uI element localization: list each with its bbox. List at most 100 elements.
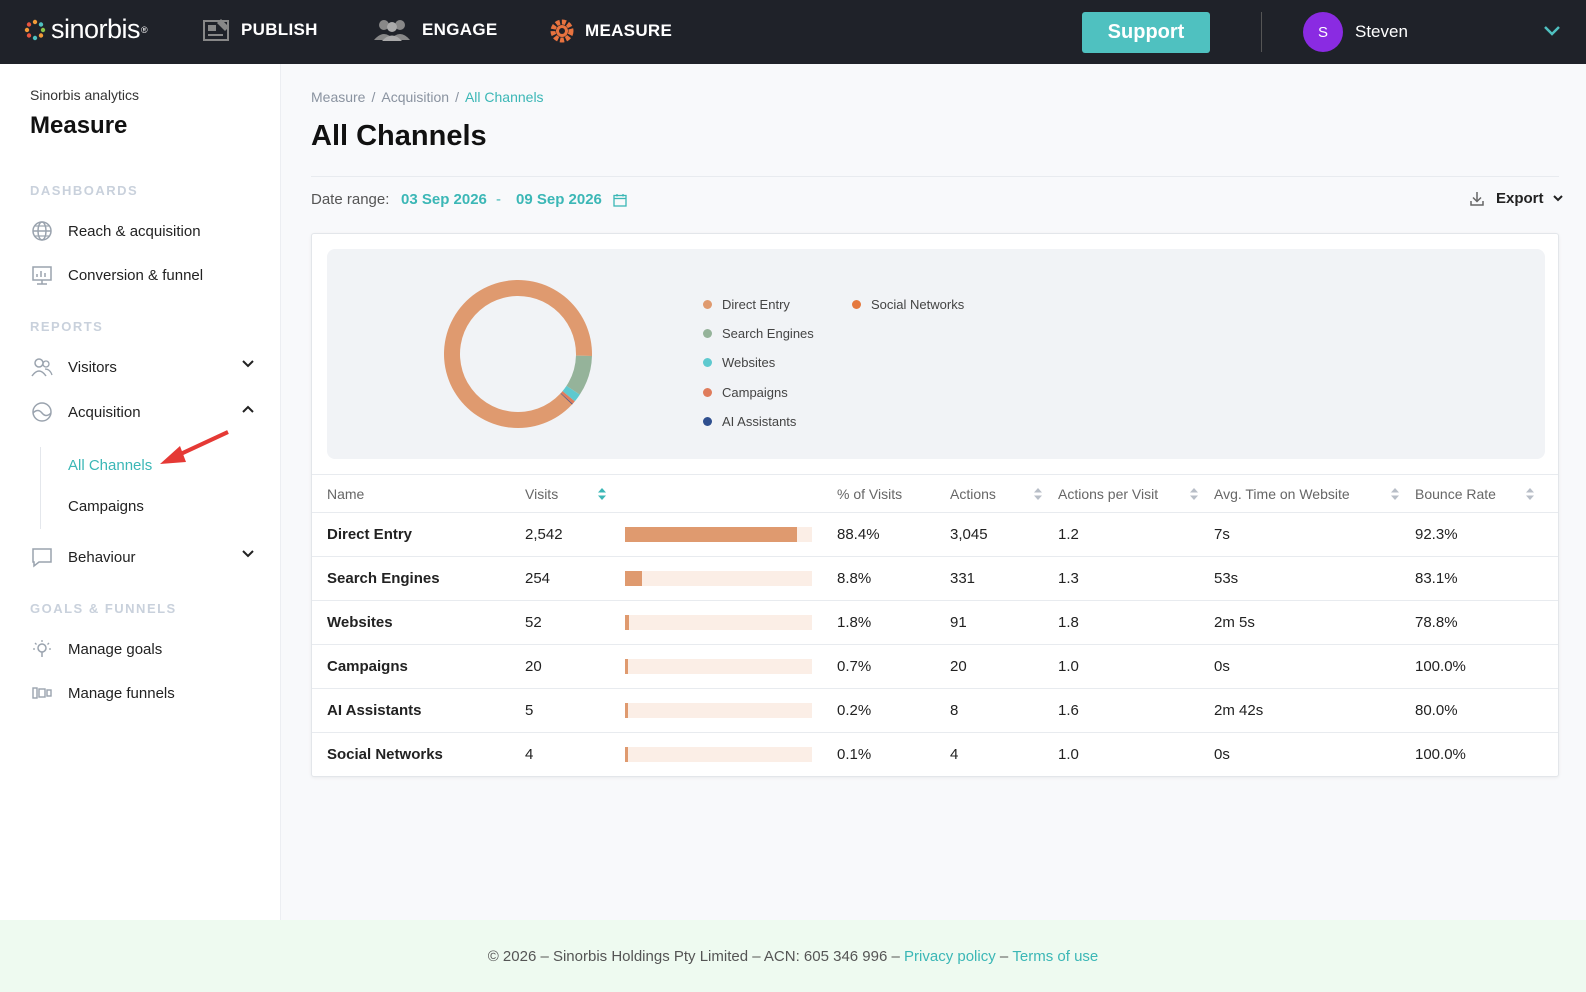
col-header-visits-label: Visits — [525, 485, 559, 502]
cell-apv: 1.8 — [1058, 600, 1214, 645]
download-icon — [1470, 192, 1484, 206]
visits-bar-fill — [625, 571, 642, 586]
cell-bounce: 83.1% — [1415, 556, 1558, 601]
sort-icon[interactable] — [1525, 487, 1535, 501]
table-row[interactable]: Search Engines 254 8.8% 331 1.3 53s 83.1% — [312, 556, 1558, 601]
breadcrumb-acquisition[interactable]: Acquisition — [381, 89, 449, 105]
sidebar-item-behaviour[interactable]: Behaviour — [30, 543, 255, 571]
acquisition-icon — [30, 400, 54, 424]
visits-bar — [625, 571, 812, 586]
col-header-apv[interactable]: Actions per Visit — [1058, 474, 1214, 513]
avatar[interactable]: S — [1303, 12, 1343, 52]
chevron-up-icon[interactable] — [241, 404, 255, 414]
cell-name: Search Engines — [312, 556, 525, 601]
legend-item[interactable]: Search Engines — [703, 326, 814, 341]
table-row[interactable]: Direct Entry 2,542 88.4% 3,045 1.2 7s 92.3% — [312, 512, 1558, 557]
cell-bounce: 92.3% — [1415, 512, 1558, 557]
date-separator: - — [496, 191, 501, 208]
cell-apv: 1.6 — [1058, 688, 1214, 733]
export-button[interactable]: Export — [1470, 190, 1564, 207]
cell-visits: 254 — [525, 556, 837, 601]
col-header-bounce[interactable]: Bounce Rate — [1415, 474, 1558, 513]
legend-swatch — [703, 417, 712, 426]
legend-item[interactable]: Social Networks — [852, 297, 964, 312]
sidebar-item-label: Visitors — [68, 358, 117, 376]
terms-of-use-link[interactable]: Terms of use — [1012, 948, 1098, 965]
breadcrumb-measure[interactable]: Measure — [311, 89, 365, 105]
nav-measure[interactable]: MEASURE — [549, 18, 672, 44]
sidebar-item-label: Acquisition — [68, 403, 141, 421]
cell-apv: 1.3 — [1058, 556, 1214, 601]
cell-visits: 52 — [525, 600, 837, 645]
table-row[interactable]: AI Assistants 5 0.2% 8 1.6 2m 42s 80.0% — [312, 688, 1558, 733]
sort-icon[interactable] — [1189, 487, 1199, 501]
cell-bounce: 100.0% — [1415, 746, 1466, 764]
footer: © 2026 – Sinorbis Holdings Pty Limited –… — [0, 920, 1586, 992]
sidebar-item-manage-goals[interactable]: Manage goals — [30, 635, 255, 663]
col-header-name[interactable]: Name — [312, 474, 525, 513]
visits-bar-fill — [625, 659, 628, 674]
sidebar-item-label: Behaviour — [68, 548, 136, 566]
cell-visits: 20 — [525, 644, 837, 689]
nav-publish[interactable]: PUBLISH — [203, 18, 318, 42]
cell-avg-time: 2m 5s — [1214, 600, 1415, 645]
date-start[interactable]: 03 Sep 2026 — [401, 191, 487, 208]
sidebar-item-reach[interactable]: Reach & acquisition — [30, 217, 255, 245]
donut-slice[interactable] — [444, 280, 592, 428]
chevron-down-icon[interactable] — [241, 359, 255, 369]
engage-icon — [374, 20, 410, 41]
sidebar-title: Measure — [30, 112, 128, 139]
calendar-icon[interactable] — [613, 193, 627, 207]
sidebar-item-visitors[interactable]: Visitors — [30, 353, 255, 381]
nav-engage-label: ENGAGE — [422, 20, 498, 39]
date-end[interactable]: 09 Sep 2026 — [516, 191, 602, 208]
sidebar-item-label: Reach & acquisition — [68, 222, 201, 240]
legend-item[interactable]: Websites — [703, 355, 775, 370]
table-row[interactable]: Campaigns 20 0.7% 20 1.0 0s 100.0% — [312, 644, 1558, 689]
cell-apv: 1.0 — [1058, 746, 1079, 764]
visits-bar — [625, 659, 812, 674]
sidebar-item-label: Conversion & funnel — [68, 266, 204, 284]
nav-engage[interactable]: ENGAGE — [372, 18, 497, 42]
table-row[interactable]: Social Networks 4 0.1% 4 1.0 0s 100.0% — [312, 733, 1558, 777]
legend-swatch — [852, 300, 861, 309]
cell-name: Social Networks — [327, 746, 443, 764]
legend-item[interactable]: Campaigns — [703, 385, 788, 400]
cell-avg-time: 53s — [1214, 556, 1415, 601]
footer-copyright: © 2026 – Sinorbis Holdings Pty Limited –… — [487, 947, 900, 965]
col-header-pct[interactable]: % of Visits — [837, 474, 950, 513]
sidebar-item-all-channels[interactable]: All Channels — [68, 457, 152, 474]
visits-bar-fill — [625, 747, 628, 763]
table-row[interactable]: Websites 52 1.8% 91 1.8 2m 5s 78.8% — [312, 600, 1558, 645]
user-menu-chevron-icon[interactable] — [1543, 24, 1561, 38]
sort-icon[interactable] — [1390, 487, 1400, 501]
visits-bar-fill — [625, 703, 628, 718]
cell-actions: 3,045 — [950, 512, 1058, 557]
cell-avg-time: 7s — [1214, 512, 1415, 557]
sort-active-icon[interactable] — [597, 487, 607, 501]
col-header-avg-time-label: Avg. Time on Website — [1214, 485, 1350, 502]
legend-item[interactable]: AI Assistants — [703, 414, 796, 429]
sidebar-item-conversion[interactable]: Conversion & funnel — [30, 261, 255, 289]
sort-icon[interactable] — [1033, 487, 1043, 501]
legend-swatch — [703, 388, 712, 397]
col-header-avg-time[interactable]: Avg. Time on Website — [1214, 474, 1415, 513]
sidebar-item-label: Manage funnels — [68, 684, 175, 702]
sinorbis-logo[interactable]: sinorbis ® — [24, 14, 148, 45]
cell-avg-time: 0s — [1214, 644, 1415, 689]
privacy-policy-link[interactable]: Privacy policy — [904, 948, 996, 965]
col-header-visits[interactable]: Visits — [525, 474, 837, 513]
sidebar-item-manage-funnels[interactable]: Manage funnels — [30, 679, 255, 707]
sidebar-item-acquisition[interactable]: Acquisition — [30, 398, 255, 426]
visits-bar-fill — [625, 527, 797, 542]
legend-item[interactable]: Direct Entry — [703, 297, 790, 312]
support-button[interactable]: Support — [1082, 12, 1210, 53]
top-navbar: sinorbis ® PUBLISH ENGAGE MEASURE Support — [0, 0, 1586, 64]
col-header-actions[interactable]: Actions — [950, 474, 1058, 513]
channels-card: Direct Entry Search Engines Websites Campai… — [311, 233, 1559, 777]
col-header-bounce-label: Bounce Rate — [1415, 485, 1496, 502]
sidebar-item-campaigns[interactable]: Campaigns — [68, 498, 144, 515]
chevron-down-icon[interactable] — [241, 549, 255, 559]
cell-actions: 331 — [950, 556, 1058, 601]
user-name[interactable]: Steven — [1355, 22, 1408, 42]
